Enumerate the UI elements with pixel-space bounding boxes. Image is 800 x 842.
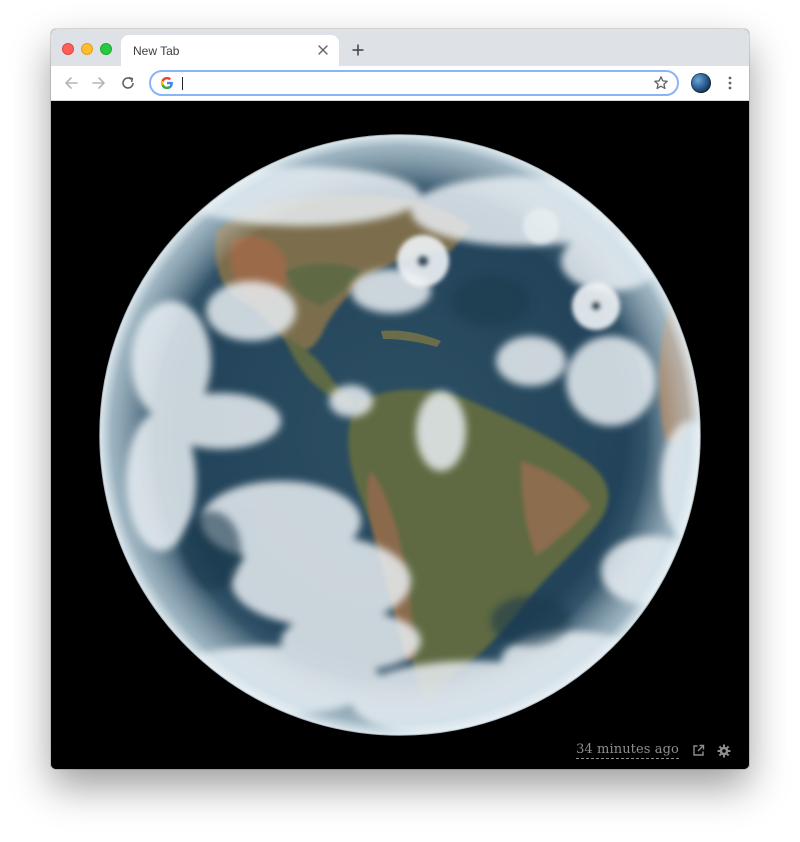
- browser-window: New Tab 34 minutes ago: [51, 29, 749, 769]
- browser-toolbar: [51, 66, 749, 101]
- external-link-icon[interactable]: [691, 744, 705, 758]
- extension-earth-view-icon[interactable]: [691, 73, 711, 93]
- minimize-window-button[interactable]: [81, 43, 93, 55]
- new-tab-button[interactable]: [349, 41, 367, 59]
- close-window-button[interactable]: [62, 43, 74, 55]
- page-footer: 34 minutes ago: [576, 742, 731, 759]
- arrow-left-icon: [65, 77, 78, 89]
- tab-new-tab[interactable]: New Tab: [121, 35, 339, 66]
- last-updated-link[interactable]: 34 minutes ago: [576, 742, 679, 759]
- gear-icon[interactable]: [717, 744, 731, 758]
- plus-icon: [352, 44, 364, 56]
- text-caret: [182, 77, 183, 90]
- arrow-right-icon: [92, 77, 105, 89]
- reload-icon: [122, 76, 134, 89]
- google-g-icon: [160, 76, 173, 90]
- reload-button[interactable]: [119, 74, 137, 92]
- kebab-menu-icon[interactable]: [721, 74, 739, 92]
- zoom-window-button[interactable]: [100, 43, 112, 55]
- address-bar[interactable]: [149, 70, 679, 96]
- back-button[interactable]: [62, 74, 80, 92]
- tab-title: New Tab: [133, 44, 180, 58]
- earth-satellite-image: [99, 134, 701, 736]
- tab-strip: New Tab: [51, 29, 749, 66]
- star-icon[interactable]: [653, 75, 669, 91]
- forward-button[interactable]: [90, 74, 108, 92]
- address-input[interactable]: [179, 73, 619, 93]
- new-tab-page: 34 minutes ago: [51, 101, 749, 769]
- close-icon[interactable]: [316, 43, 330, 57]
